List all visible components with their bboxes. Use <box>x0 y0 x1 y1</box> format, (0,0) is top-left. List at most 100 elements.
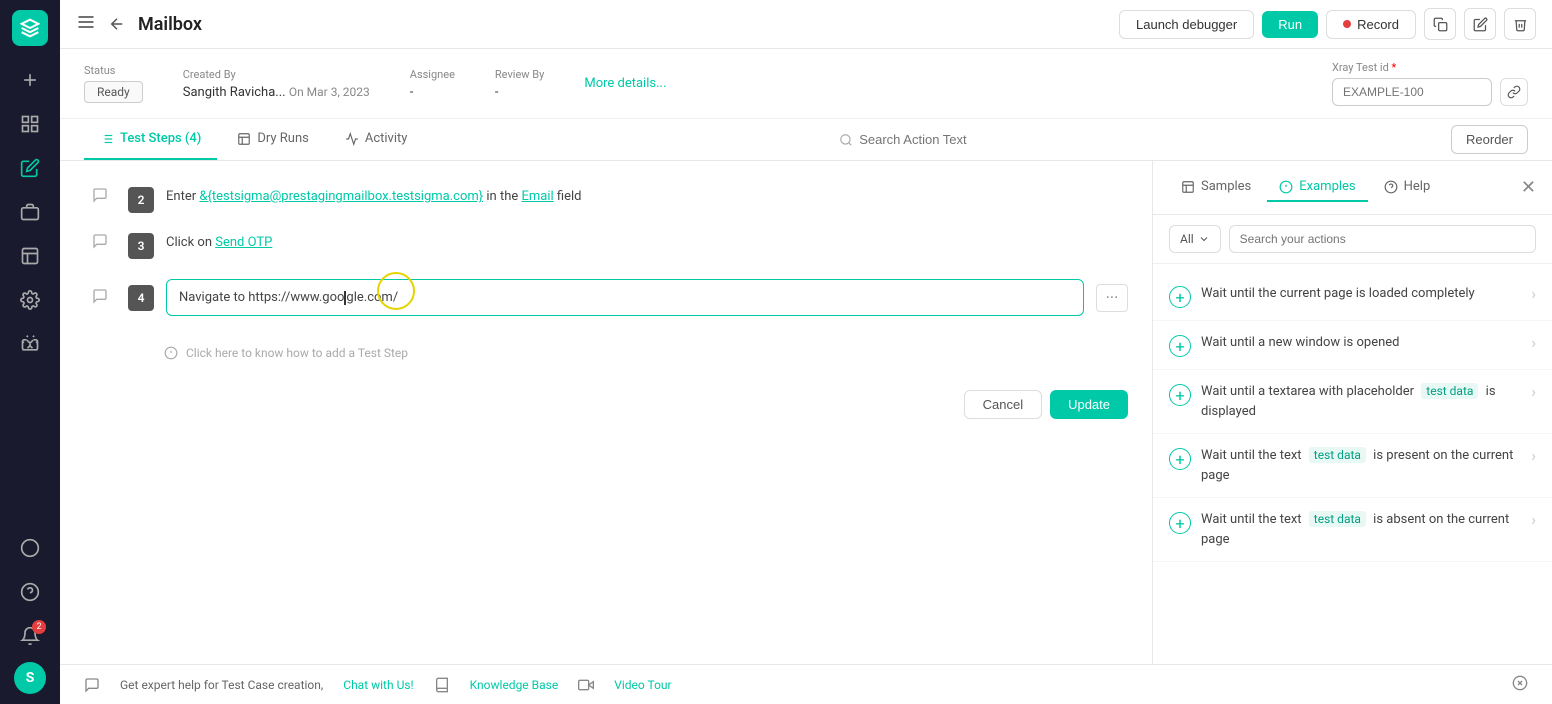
step-edit-input[interactable]: Navigate to https://www.google.com/ <box>166 279 1084 316</box>
step-actions: Cancel Update <box>84 390 1128 419</box>
xray-link-button[interactable] <box>1500 78 1528 106</box>
steps-panel: 2 Enter &{testsigma@prestagingmailbox.te… <box>60 161 1152 664</box>
review-by-label: Review By <box>495 68 544 81</box>
action-text: Wait until the text test data is absent … <box>1201 510 1521 549</box>
launch-debugger-button[interactable]: Launch debugger <box>1119 10 1254 39</box>
book-icon <box>434 677 450 693</box>
search-action-text[interactable] <box>827 124 1047 155</box>
action-list: + Wait until the current page is loaded … <box>1153 264 1552 664</box>
sidebar-item-circle[interactable] <box>12 530 48 566</box>
comment-icon[interactable] <box>92 187 108 207</box>
search-action-input[interactable] <box>859 132 1035 147</box>
list-item[interactable]: + Wait until a new window is opened › <box>1153 321 1552 370</box>
step-content: Enter &{testsigma@prestagingmailbox.test… <box>166 187 1128 207</box>
step-field-link[interactable]: Email <box>522 189 554 204</box>
video-tour-link[interactable]: Video Tour <box>614 678 671 692</box>
xray-input[interactable] <box>1332 78 1492 106</box>
action-text: Wait until a textarea with placeholder t… <box>1201 382 1521 421</box>
action-text: Wait until the text test data is present… <box>1201 446 1521 485</box>
xray-field <box>1332 78 1528 106</box>
more-details-link[interactable]: More details... <box>584 76 666 91</box>
expand-icon[interactable]: › <box>1531 333 1536 352</box>
copy-button[interactable] <box>1424 8 1456 40</box>
action-text: Wait until a new window is opened <box>1201 333 1521 353</box>
sidebar-item-settings[interactable] <box>12 282 48 318</box>
step-number: 4 <box>128 285 154 311</box>
expand-icon[interactable]: › <box>1531 382 1536 401</box>
step-email-link[interactable]: &{testsigma@prestagingmailbox.testsigma.… <box>199 189 483 204</box>
tab-activity[interactable]: Activity <box>329 119 424 160</box>
menu-icon[interactable] <box>76 12 96 36</box>
xray-label: Xray Test id * <box>1332 61 1528 74</box>
app-logo[interactable] <box>12 10 48 46</box>
delete-button[interactable] <box>1504 8 1536 40</box>
main-content: Mailbox Launch debugger Run Record Statu… <box>60 0 1552 704</box>
add-action-icon[interactable]: + <box>1169 384 1191 406</box>
panel-close-button[interactable]: ✕ <box>1521 177 1536 198</box>
step-sendotp-link[interactable]: Send OTP <box>215 235 272 250</box>
help-text: Get expert help for Test Case creation, <box>120 678 323 692</box>
action-search-input[interactable] <box>1229 225 1536 253</box>
panel-tab-examples[interactable]: Examples <box>1267 173 1367 202</box>
created-by-label: Created By <box>183 68 370 81</box>
user-avatar[interactable]: S <box>14 662 46 694</box>
list-item[interactable]: + Wait until the text test data is absen… <box>1153 498 1552 562</box>
add-action-icon[interactable]: + <box>1169 286 1191 308</box>
bottom-close-button[interactable] <box>1512 675 1528 694</box>
step-edit-text: Navigate to https://www.goo <box>179 290 344 305</box>
update-button[interactable]: Update <box>1050 390 1128 419</box>
sidebar-item-help[interactable] <box>12 574 48 610</box>
list-item[interactable]: + Wait until a textarea with placeholder… <box>1153 370 1552 434</box>
xray-item: Xray Test id * <box>1332 61 1528 106</box>
knowledge-base-link[interactable]: Knowledge Base <box>470 678 559 692</box>
table-row: 4 Navigate to https://www.google.com/ ··… <box>84 269 1128 429</box>
add-action-icon[interactable]: + <box>1169 335 1191 357</box>
list-item[interactable]: + Wait until the text test data is prese… <box>1153 434 1552 498</box>
list-item[interactable]: + Wait until the current page is loaded … <box>1153 272 1552 321</box>
assignee-label: Assignee <box>410 68 455 81</box>
sidebar-item-projects[interactable] <box>12 194 48 230</box>
panel-tab-help[interactable]: Help <box>1372 173 1443 202</box>
tabs-bar: Test Steps (4) Dry Runs Activity Reorder <box>60 119 1552 161</box>
step-add-hint[interactable]: Click here to know how to add a Test Ste… <box>164 336 1128 370</box>
step-more-button[interactable]: ··· <box>1096 284 1128 312</box>
step-add-hint-row: Click here to know how to add a Test Ste… <box>84 336 1128 370</box>
status-badge: Ready <box>84 81 143 103</box>
panel-tab-samples[interactable]: Samples <box>1169 173 1263 202</box>
comment-icon[interactable] <box>92 233 108 253</box>
step-number: 3 <box>128 233 154 259</box>
edit-button[interactable] <box>1464 8 1496 40</box>
add-action-icon[interactable]: + <box>1169 448 1191 470</box>
add-action-icon[interactable]: + <box>1169 512 1191 534</box>
back-button[interactable] <box>108 15 126 33</box>
bottom-bar: Get expert help for Test Case creation, … <box>60 664 1552 704</box>
comment-icon[interactable] <box>92 288 108 308</box>
tab-test-steps[interactable]: Test Steps (4) <box>84 119 217 160</box>
sidebar-item-dashboard[interactable] <box>12 106 48 142</box>
record-button[interactable]: Record <box>1326 10 1416 39</box>
step-number: 2 <box>128 187 154 213</box>
search-filter-dropdown[interactable]: All <box>1169 225 1221 253</box>
sidebar-item-notifications[interactable]: 2 <box>12 618 48 654</box>
sidebar-item-bug[interactable] <box>12 326 48 362</box>
topbar-actions: Launch debugger Run Record <box>1119 8 1536 40</box>
assignee-value: - <box>410 85 455 100</box>
created-by-item: Created By Sangith Ravicha... On Mar 3, … <box>183 68 370 100</box>
sidebar-item-grid[interactable] <box>12 238 48 274</box>
sidebar-item-edit[interactable] <box>12 150 48 186</box>
expand-icon[interactable]: › <box>1531 446 1536 465</box>
chat-link[interactable]: Chat with Us! <box>343 678 413 692</box>
chat-icon <box>84 677 100 693</box>
assignee-item: Assignee - <box>410 68 455 100</box>
panel-header: Samples Examples Help ✕ <box>1153 161 1552 215</box>
record-dot <box>1343 20 1351 28</box>
expand-icon[interactable]: › <box>1531 284 1536 303</box>
sidebar-item-add[interactable] <box>12 62 48 98</box>
reorder-button[interactable]: Reorder <box>1451 125 1528 154</box>
tab-dry-runs[interactable]: Dry Runs <box>221 119 325 160</box>
cancel-button[interactable]: Cancel <box>964 390 1042 419</box>
expand-icon[interactable]: › <box>1531 510 1536 529</box>
status-label: Status <box>84 64 143 77</box>
action-text: Wait until the current page is loaded co… <box>1201 284 1521 304</box>
run-button[interactable]: Run <box>1262 11 1318 38</box>
